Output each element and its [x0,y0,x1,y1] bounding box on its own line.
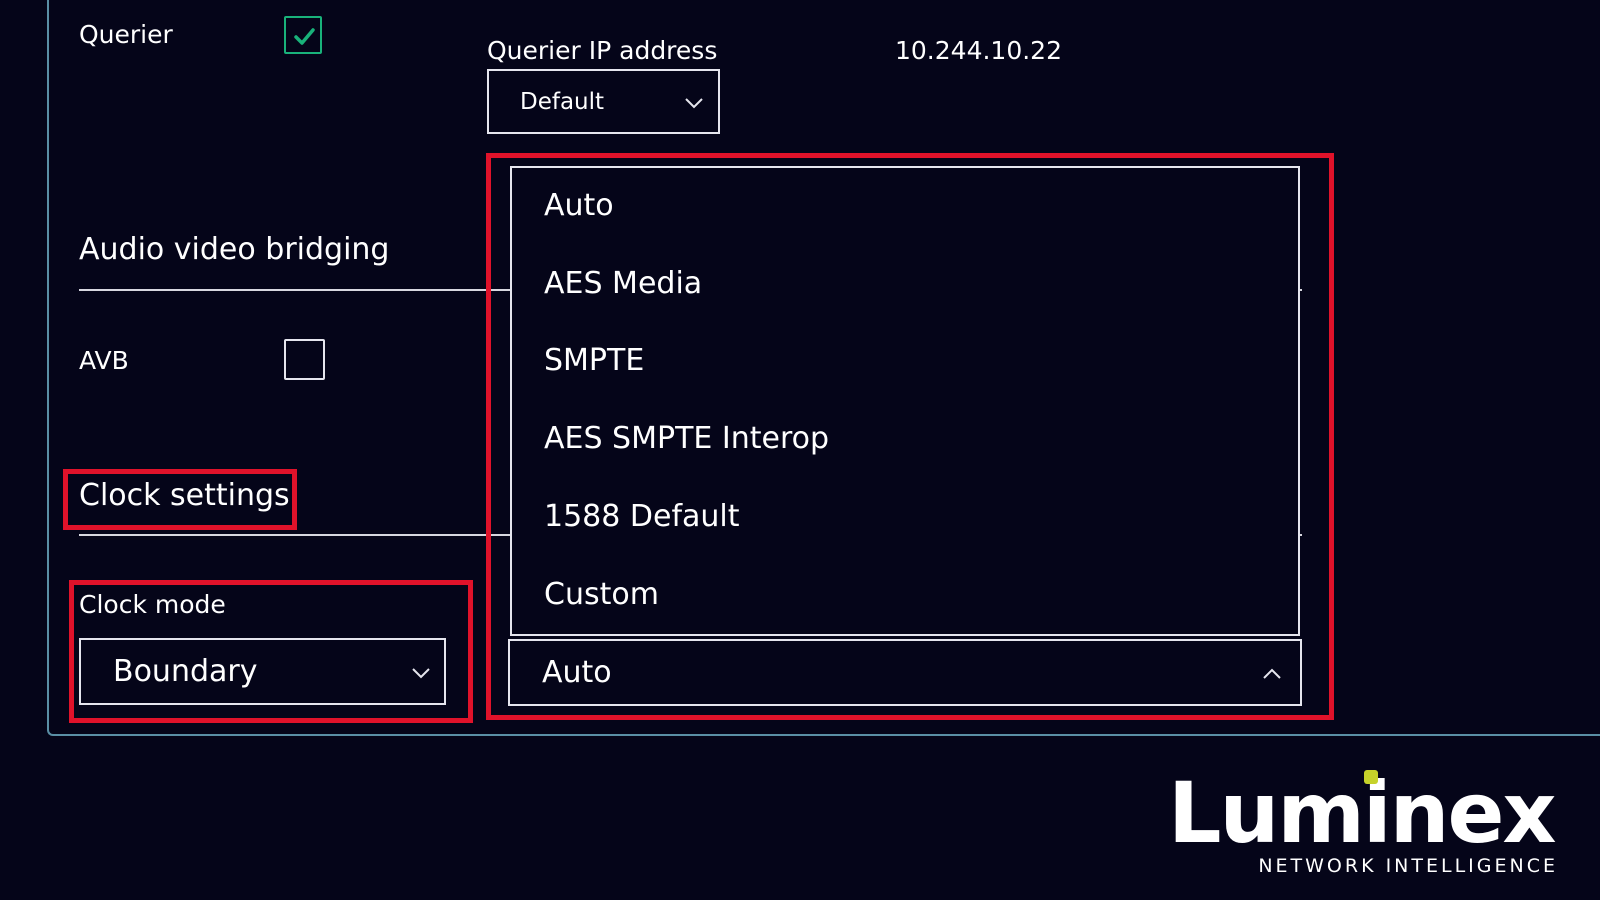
logo-accent-dot [1364,770,1378,784]
check-icon [294,28,315,45]
screen: Querier Querier IP address 10.244.10.22 … [0,0,1600,900]
avb-section-title: Audio video bridging [79,232,390,267]
avb-label: AVB [79,346,129,375]
querier-checkbox[interactable] [284,16,322,54]
querier-label: Querier [79,20,173,49]
chevron-down-icon [685,98,703,109]
querier-ip-label: Querier IP address [487,36,718,65]
highlight-clock-settings [63,469,297,530]
querier-ip-select-value: Default [520,89,605,115]
avb-checkbox[interactable] [284,339,325,380]
logo-tagline: NETWORK INTELLIGENCE [1258,855,1558,877]
querier-ip-value: 10.244.10.22 [895,36,1062,65]
querier-ip-select[interactable]: Default [487,69,720,134]
highlight-clock-profile [486,153,1334,720]
luminex-logo: Luminex NETWORK INTELLIGENCE [1168,766,1558,877]
luminex-wordmark: Luminex [1168,766,1555,862]
highlight-clock-mode [69,580,473,723]
